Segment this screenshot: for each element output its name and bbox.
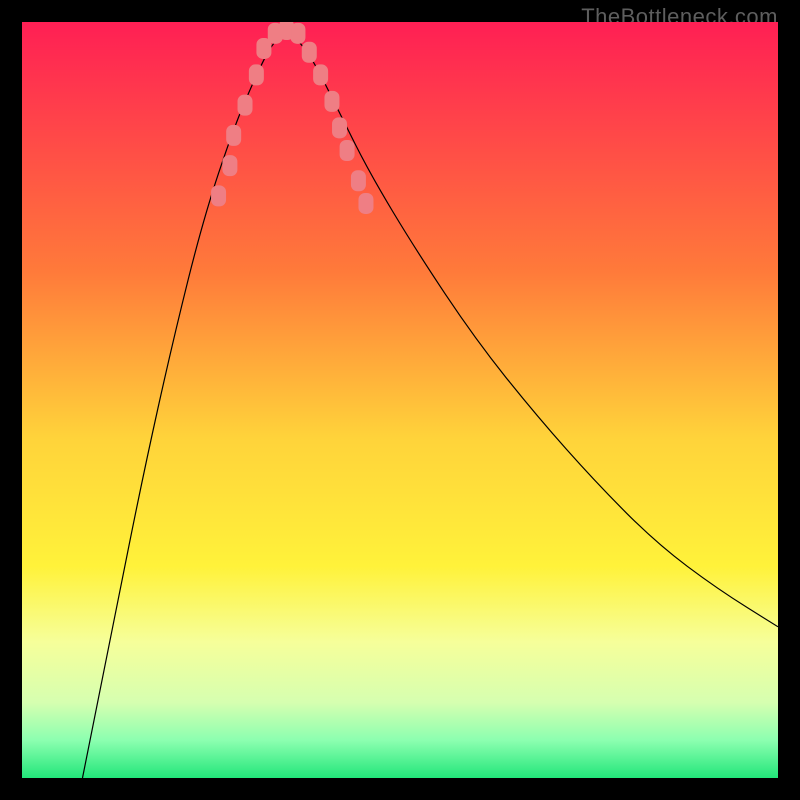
data-marker — [257, 38, 271, 58]
data-marker — [249, 65, 263, 85]
data-marker — [238, 95, 252, 115]
data-marker — [333, 118, 347, 138]
data-marker — [325, 91, 339, 111]
data-marker — [212, 186, 226, 206]
data-marker — [340, 141, 354, 161]
plot-area — [22, 22, 778, 778]
data-marker — [223, 156, 237, 176]
data-marker — [351, 171, 365, 191]
background-gradient — [22, 22, 778, 778]
chart-svg — [22, 22, 778, 778]
data-marker — [302, 42, 316, 62]
data-marker — [314, 65, 328, 85]
data-marker — [291, 23, 305, 43]
data-marker — [227, 125, 241, 145]
chart-frame: TheBottleneck.com — [0, 0, 800, 800]
data-marker — [359, 193, 373, 213]
